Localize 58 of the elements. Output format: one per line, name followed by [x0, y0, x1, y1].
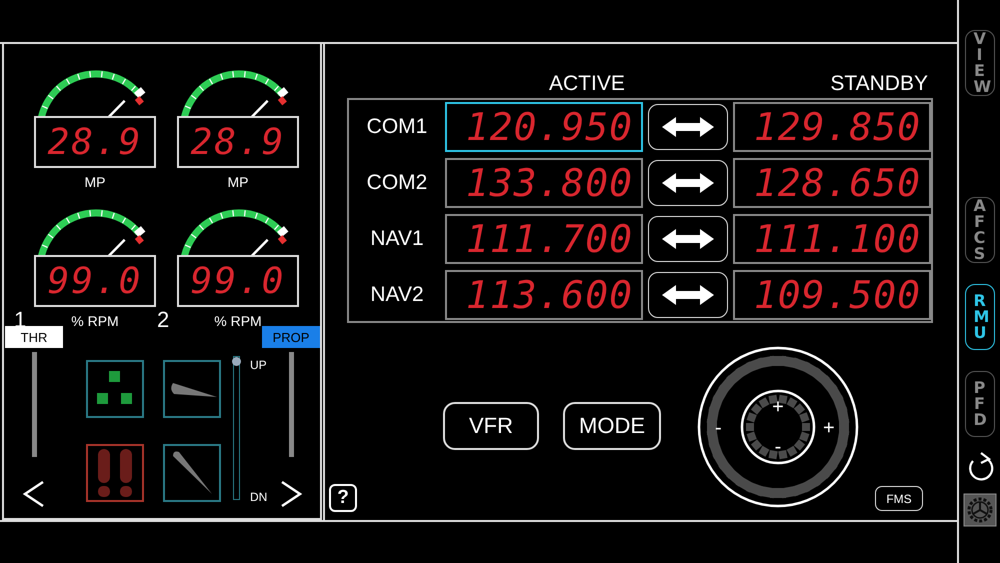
- indicator-tile[interactable]: [163, 444, 221, 502]
- radio-name: NAV1: [369, 226, 425, 250]
- gauge-label: % RPM: [214, 313, 262, 329]
- column-header: ACTIVE: [549, 72, 625, 96]
- swap-button[interactable]: [648, 216, 728, 262]
- digital-readout: 99.0: [34, 255, 156, 307]
- lever-track[interactable]: [32, 352, 36, 457]
- radio-name: COM1: [366, 114, 428, 138]
- active-frequency[interactable]: 120.950: [445, 102, 643, 152]
- sidebar-tab[interactable]: AFCS: [964, 197, 994, 263]
- radio-name: COM2: [366, 170, 428, 194]
- gauge-label: % RPM: [71, 313, 119, 329]
- sidebar-tab[interactable]: PFD: [964, 371, 994, 437]
- knob-minus[interactable]: -: [774, 436, 782, 458]
- flap-slider[interactable]: [233, 356, 240, 500]
- swap-button[interactable]: [648, 272, 728, 318]
- engine-number: 2: [157, 307, 170, 333]
- digital-readout: 28.9: [177, 116, 299, 168]
- help-button[interactable]: ?: [329, 484, 357, 512]
- column-header: STANDBY: [830, 72, 928, 96]
- indicator-tile[interactable]: [86, 360, 144, 418]
- indicator-tile[interactable]: [163, 360, 221, 418]
- double-arrow-icon: [660, 170, 716, 194]
- inner-knob-drawing[interactable]: [740, 389, 816, 464]
- standby-frequency[interactable]: 128.650: [733, 158, 931, 208]
- double-arrow-icon: [660, 226, 716, 250]
- fms-button[interactable]: FMS: [875, 486, 923, 511]
- settings-icon[interactable]: [962, 493, 996, 527]
- sidebar-tab[interactable]: RMU: [964, 284, 994, 350]
- double-arrow-icon: [660, 282, 716, 306]
- radio-name: NAV2: [369, 282, 425, 306]
- lever-tab[interactable]: THR: [5, 326, 63, 348]
- slider-thumb[interactable]: [232, 357, 241, 366]
- flap-label: UP: [250, 358, 268, 372]
- digital-readout: 28.9: [34, 116, 156, 168]
- swap-button[interactable]: [648, 104, 728, 150]
- gauge-label: MP: [228, 174, 248, 190]
- active-frequency[interactable]: 113.600: [445, 270, 643, 320]
- digital-readout: 99.0: [177, 255, 299, 307]
- sidebar-tab[interactable]: VIEW: [964, 30, 994, 96]
- mode-button[interactable]: MODE: [563, 402, 661, 450]
- standby-frequency[interactable]: 109.500: [733, 270, 931, 320]
- swap-button[interactable]: [648, 160, 728, 206]
- flap-label: DN: [250, 490, 268, 504]
- mode-button[interactable]: VFR: [443, 402, 539, 450]
- indicator-tile[interactable]: [86, 444, 144, 502]
- standby-frequency[interactable]: 129.850: [733, 102, 931, 152]
- knob-plus[interactable]: +: [772, 396, 784, 418]
- lever-tab[interactable]: PROP: [262, 326, 320, 348]
- lever-track[interactable]: [288, 352, 294, 457]
- knob-plus[interactable]: +: [823, 416, 835, 438]
- knob-minus[interactable]: -: [715, 416, 722, 438]
- standby-frequency[interactable]: 111.100: [733, 214, 931, 264]
- active-frequency[interactable]: 133.800: [445, 158, 643, 208]
- gauge-label: MP: [84, 174, 106, 190]
- double-arrow-icon: [660, 114, 716, 138]
- wedge-icon: [170, 450, 214, 496]
- active-frequency[interactable]: 111.700: [445, 214, 643, 264]
